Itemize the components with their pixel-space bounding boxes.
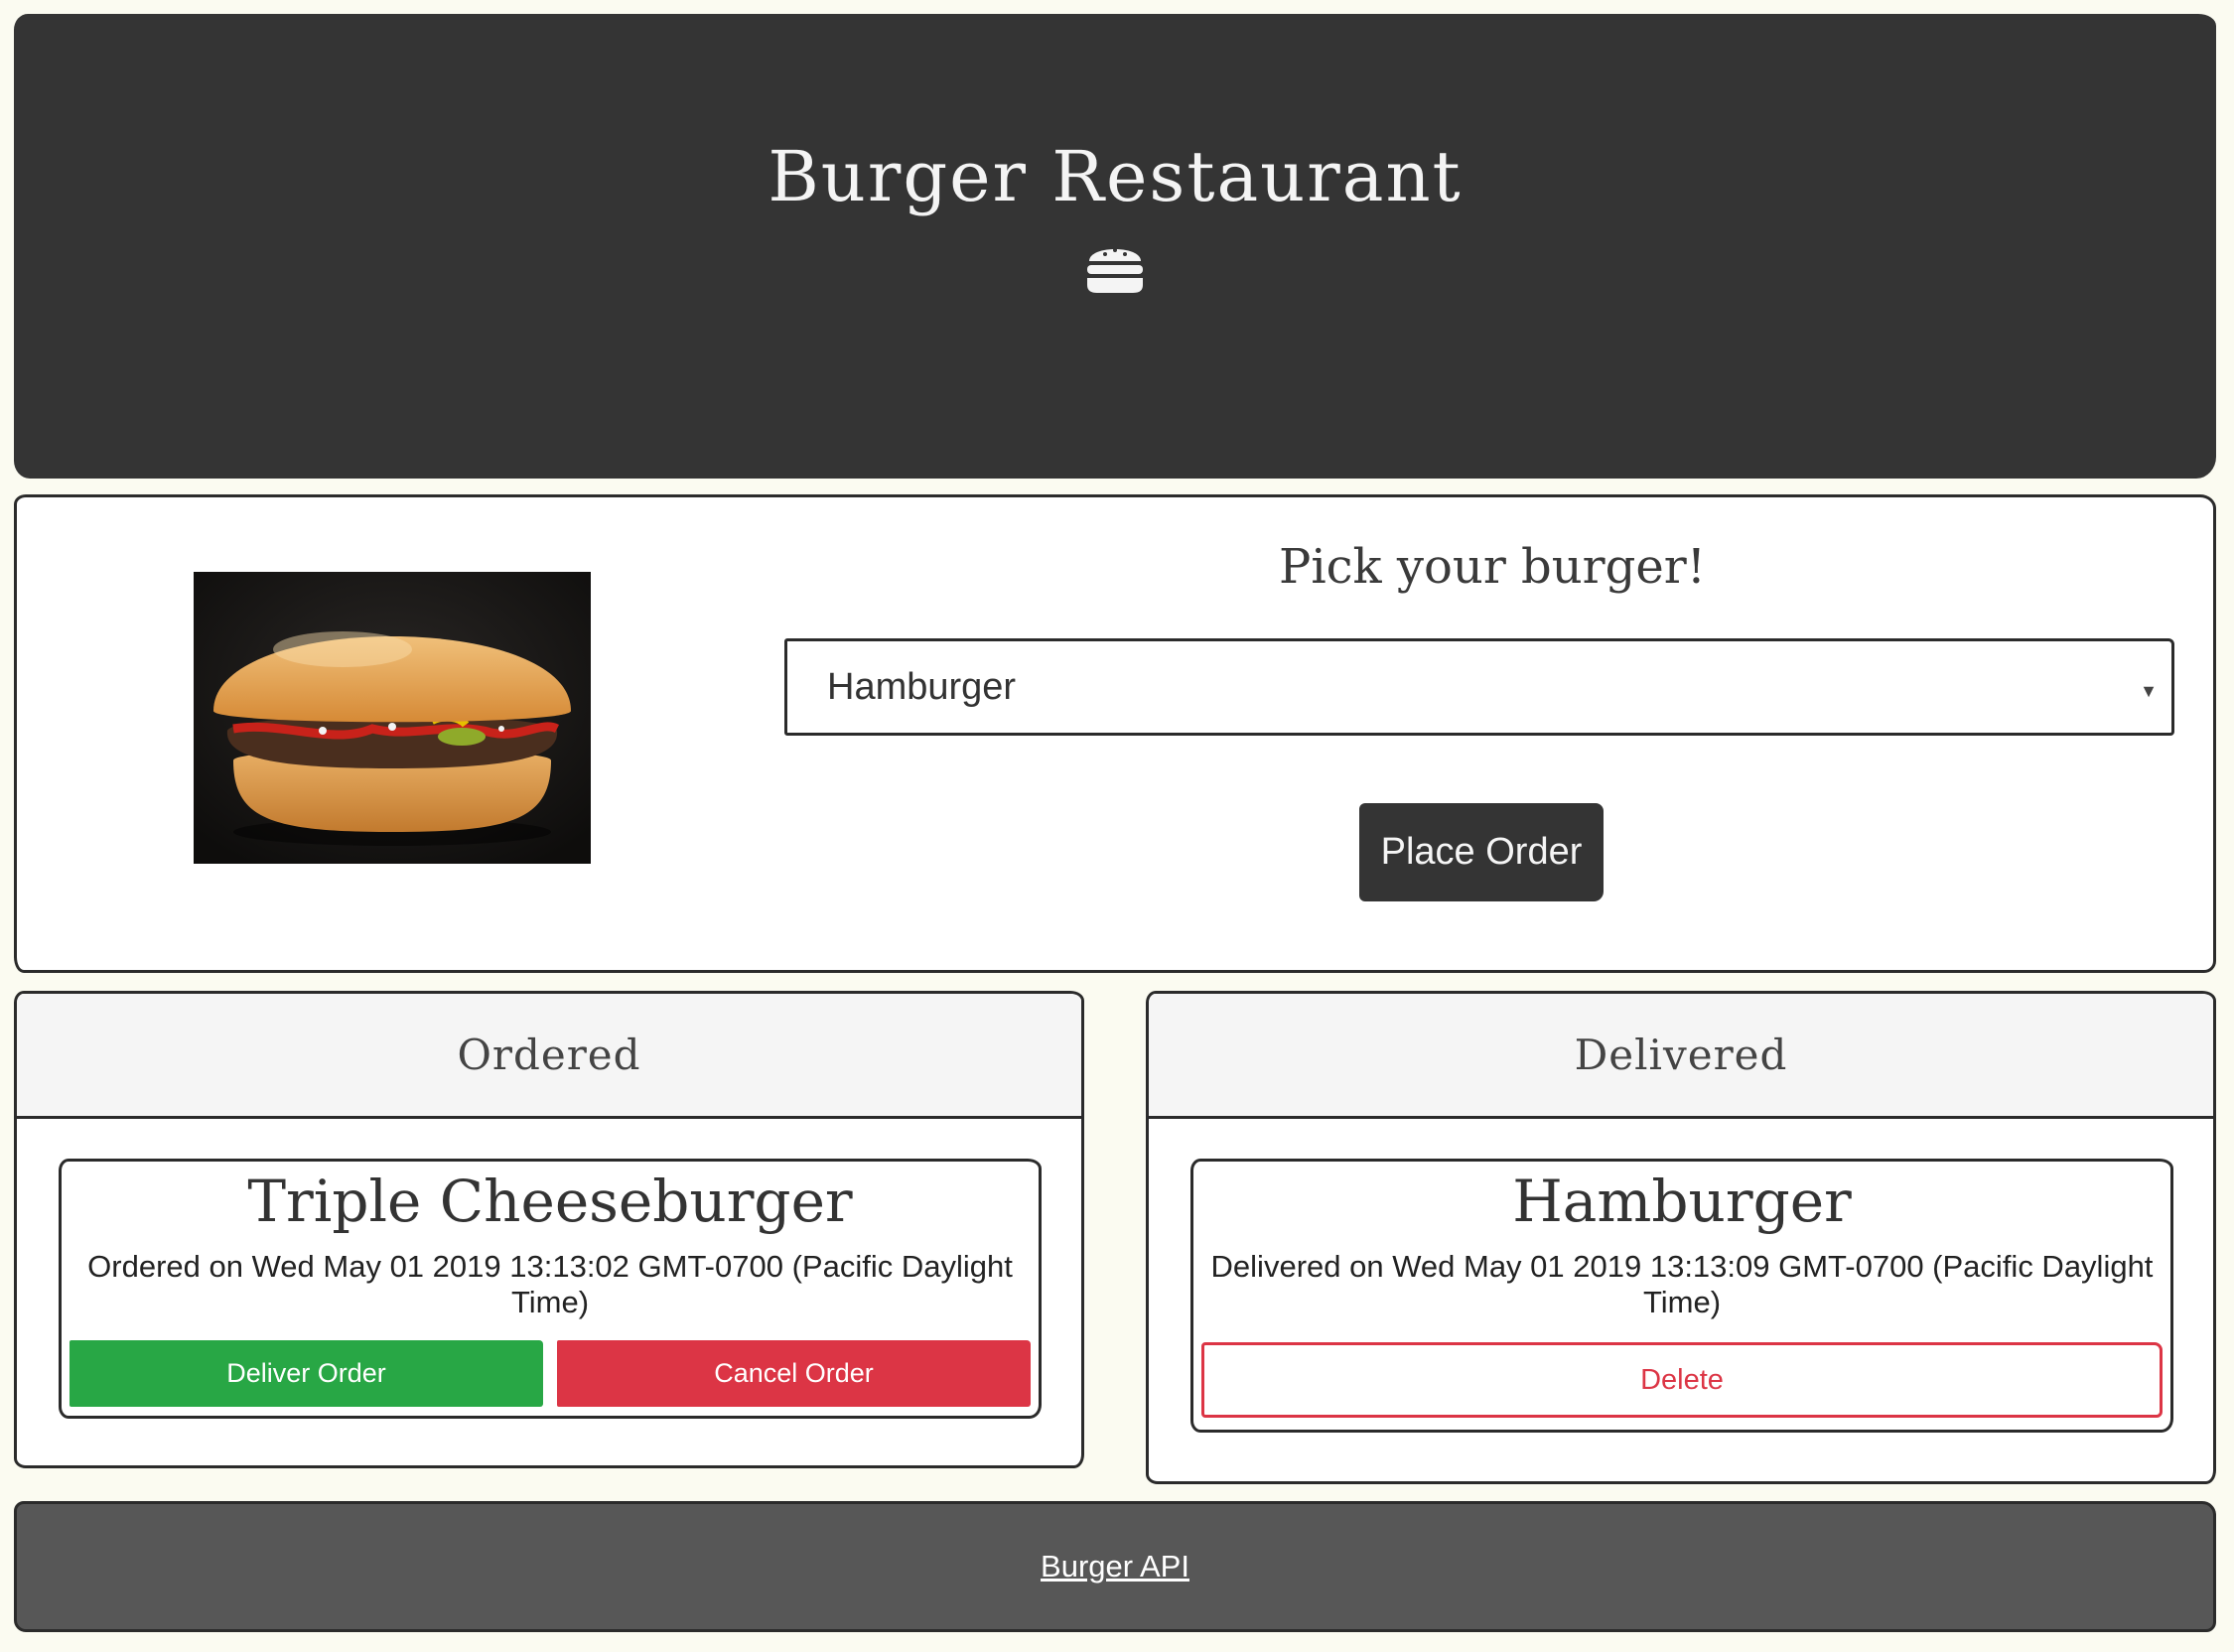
burger-select-value: Hamburger: [827, 665, 1017, 708]
header-jumbotron: Burger Restaurant: [14, 14, 2216, 479]
delivered-column: Delivered Hamburger Delivered on Wed May…: [1146, 991, 2216, 1484]
chevron-down-icon: ▼: [2140, 681, 2158, 701]
ordered-item-name: Triple Cheeseburger: [247, 1168, 853, 1235]
page: Burger Restaurant Pick your burger! Hamb…: [0, 0, 2234, 1652]
delivered-item-card: Hamburger Delivered on Wed May 01 2019 1…: [1190, 1159, 2173, 1433]
deliver-order-button[interactable]: Deliver Order: [70, 1340, 543, 1407]
ordered-item-actions: Deliver Order Cancel Order: [70, 1340, 1031, 1407]
ordered-item-date: Ordered on Wed May 01 2019 13:13:02 GMT-…: [87, 1249, 1013, 1319]
burger-api-link[interactable]: Burger API: [1041, 1549, 1189, 1584]
delivered-item-name: Hamburger: [1512, 1168, 1852, 1235]
delivered-item-date: Delivered on Wed May 01 2019 13:13:09 GM…: [1210, 1249, 2154, 1319]
place-order-button[interactable]: Place Order: [1359, 803, 1604, 901]
order-form-card: Pick your burger! Hamburger ▼ Place Orde…: [14, 494, 2216, 973]
burger-photo: [194, 572, 591, 864]
burger-select[interactable]: Hamburger ▼: [784, 638, 2174, 736]
cancel-order-button[interactable]: Cancel Order: [557, 1340, 1031, 1407]
delivered-header: Delivered: [1149, 994, 2213, 1119]
ordered-column: Ordered Triple Cheeseburger Ordered on W…: [14, 991, 1084, 1468]
delete-button[interactable]: Delete: [1201, 1342, 2163, 1418]
page-title: Burger Restaurant: [768, 136, 1463, 217]
pick-burger-heading: Pick your burger!: [1279, 539, 1706, 595]
ordered-item-card: Triple Cheeseburger Ordered on Wed May 0…: [59, 1159, 1042, 1419]
footer: Burger API: [14, 1501, 2216, 1632]
burger-icon: [1087, 248, 1143, 293]
ordered-header: Ordered: [17, 994, 1081, 1119]
